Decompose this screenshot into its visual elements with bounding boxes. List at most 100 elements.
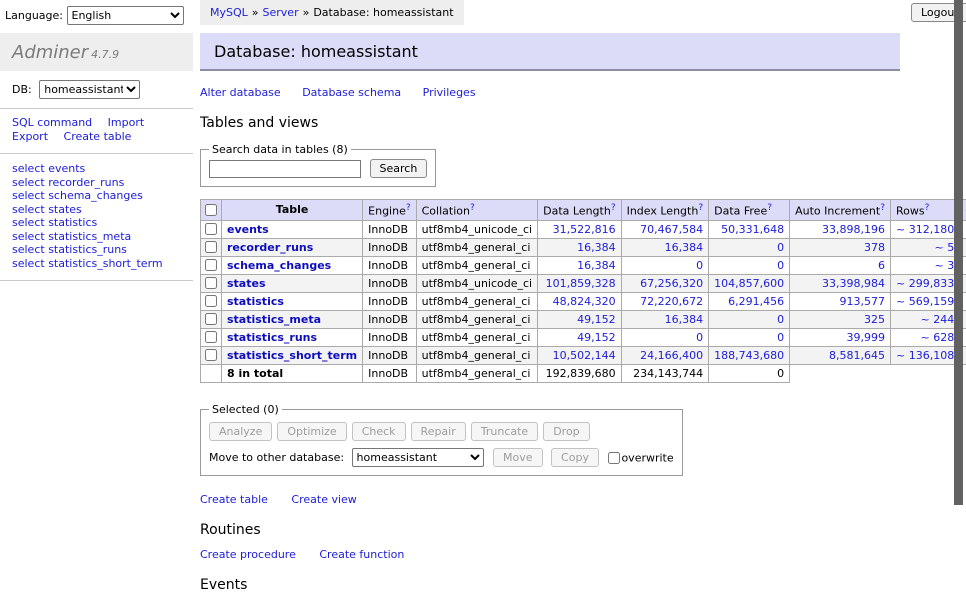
breadcrumb-link-server[interactable]: Server: [263, 6, 299, 19]
version-label[interactable]: 4.7.9: [91, 48, 119, 61]
index-length-link[interactable]: 16,384: [665, 241, 704, 254]
sidebar-table-link-states[interactable]: states: [48, 203, 82, 216]
create-view-link[interactable]: Create view: [291, 493, 356, 506]
rows-link[interactable]: ~ 3: [934, 259, 954, 272]
overwrite-checkbox[interactable]: [608, 452, 620, 464]
sidebar-select-link[interactable]: select: [12, 189, 45, 202]
row-checkbox[interactable]: [205, 259, 217, 271]
index-length-link[interactable]: 16,384: [665, 313, 704, 326]
database-schema-link[interactable]: Database schema: [302, 86, 401, 99]
data-length-link[interactable]: 48,824,320: [553, 295, 616, 308]
column-help-link[interactable]: ?: [406, 203, 411, 213]
optimize-button[interactable]: Optimize: [277, 422, 346, 441]
sidebar-sql-command-link[interactable]: SQL command: [12, 116, 92, 129]
sidebar-select-link[interactable]: select: [12, 162, 45, 175]
sidebar-table-link-statistics-short-term[interactable]: statistics_short_term: [48, 257, 162, 270]
column-help-link[interactable]: ?: [880, 203, 885, 213]
sidebar-table-link-recorder-runs[interactable]: recorder_runs: [48, 176, 124, 189]
table-link-recorder-runs[interactable]: recorder_runs: [227, 241, 313, 254]
truncate-button[interactable]: Truncate: [471, 422, 538, 441]
rows-link[interactable]: ~ 136,108: [896, 349, 954, 362]
sidebar-select-link[interactable]: select: [12, 203, 45, 216]
row-checkbox[interactable]: [205, 313, 217, 325]
data-free-link[interactable]: 188,743,680: [714, 349, 784, 362]
table-link-statistics[interactable]: statistics: [227, 295, 284, 308]
create-procedure-link[interactable]: Create procedure: [200, 548, 296, 561]
column-help-link[interactable]: ?: [470, 203, 475, 213]
index-length-link[interactable]: 67,256,320: [640, 277, 703, 290]
index-length-link[interactable]: 24,166,400: [640, 349, 703, 362]
data-length-link[interactable]: 10,502,144: [553, 349, 616, 362]
repair-button[interactable]: Repair: [411, 422, 466, 441]
rows-link[interactable]: ~ 628: [920, 331, 954, 344]
data-free-link[interactable]: 50,331,648: [721, 223, 784, 236]
select-all-checkbox[interactable]: [205, 204, 217, 216]
move-db-select[interactable]: homeassistant: [352, 448, 484, 467]
index-length-link[interactable]: 72,220,672: [640, 295, 703, 308]
breadcrumb-link-mysql[interactable]: MySQL: [210, 6, 248, 19]
sidebar-table-link-schema-changes[interactable]: schema_changes: [48, 189, 143, 202]
table-link-statistics-short-term[interactable]: statistics_short_term: [227, 349, 357, 362]
row-checkbox[interactable]: [205, 277, 217, 289]
sidebar-select-link[interactable]: select: [12, 257, 45, 270]
adminer-logo-text[interactable]: Adminer: [12, 42, 88, 63]
data-free-link[interactable]: 6,291,456: [728, 295, 784, 308]
column-help-link[interactable]: ?: [925, 203, 930, 213]
data-free-link[interactable]: 0: [777, 241, 784, 254]
sidebar-table-link-statistics-meta[interactable]: statistics_meta: [48, 230, 131, 243]
rows-link[interactable]: ~ 299,833: [896, 277, 954, 290]
column-help-link[interactable]: ?: [611, 203, 616, 213]
auto-increment-link[interactable]: 913,577: [840, 295, 886, 308]
table-link-statistics-runs[interactable]: statistics_runs: [227, 331, 317, 344]
data-free-link[interactable]: 104,857,600: [714, 277, 784, 290]
index-length-link[interactable]: 0: [696, 331, 703, 344]
privileges-link[interactable]: Privileges: [423, 86, 476, 99]
alter-database-link[interactable]: Alter database: [200, 86, 281, 99]
sidebar-export-link[interactable]: Export: [12, 130, 48, 143]
index-length-link[interactable]: 0: [696, 259, 703, 272]
auto-increment-link[interactable]: 325: [864, 313, 885, 326]
rows-link[interactable]: ~ 244: [920, 313, 954, 326]
sidebar-table-link-statistics-runs[interactable]: statistics_runs: [48, 243, 127, 256]
auto-increment-link[interactable]: 33,398,984: [822, 277, 885, 290]
auto-increment-link[interactable]: 39,999: [847, 331, 886, 344]
check-button[interactable]: Check: [352, 422, 406, 441]
row-checkbox[interactable]: [205, 223, 217, 235]
drop-button[interactable]: Drop: [543, 422, 589, 441]
data-length-link[interactable]: 16,384: [577, 241, 616, 254]
create-table-link[interactable]: Create table: [200, 493, 268, 506]
sidebar-select-link[interactable]: select: [12, 176, 45, 189]
row-checkbox[interactable]: [205, 331, 217, 343]
table-link-schema-changes[interactable]: schema_changes: [227, 259, 331, 272]
data-free-link[interactable]: 0: [777, 331, 784, 344]
auto-increment-link[interactable]: 6: [878, 259, 885, 272]
column-help-link[interactable]: ?: [698, 203, 703, 213]
sidebar-create-table-link[interactable]: Create table: [64, 130, 132, 143]
auto-increment-link[interactable]: 33,898,196: [822, 223, 885, 236]
rows-link[interactable]: ~ 569,159: [896, 295, 954, 308]
data-length-link[interactable]: 49,152: [577, 313, 616, 326]
data-free-link[interactable]: 0: [777, 313, 784, 326]
data-length-link[interactable]: 101,859,328: [546, 277, 616, 290]
column-help-link[interactable]: ?: [767, 203, 772, 213]
row-checkbox[interactable]: [205, 241, 217, 253]
db-select[interactable]: homeassistant: [39, 80, 140, 99]
search-input[interactable]: [209, 160, 361, 178]
search-button[interactable]: Search: [370, 159, 428, 178]
language-select[interactable]: English: [67, 6, 184, 25]
data-length-link[interactable]: 49,152: [577, 331, 616, 344]
sidebar-table-link-statistics[interactable]: statistics: [48, 216, 97, 229]
rows-link[interactable]: ~ 312,180: [896, 223, 954, 236]
sidebar-table-link-events[interactable]: events: [48, 162, 85, 175]
index-length-link[interactable]: 70,467,584: [640, 223, 703, 236]
sidebar-select-link[interactable]: select: [12, 230, 45, 243]
sidebar-import-link[interactable]: Import: [108, 116, 145, 129]
move-button[interactable]: Move: [493, 448, 543, 467]
create-function-link[interactable]: Create function: [319, 548, 404, 561]
copy-button[interactable]: Copy: [551, 448, 599, 467]
table-link-events[interactable]: events: [227, 223, 269, 236]
data-free-link[interactable]: 0: [777, 259, 784, 272]
row-checkbox[interactable]: [205, 349, 217, 361]
data-length-link[interactable]: 16,384: [577, 259, 616, 272]
rows-link[interactable]: ~ 5: [934, 241, 954, 254]
